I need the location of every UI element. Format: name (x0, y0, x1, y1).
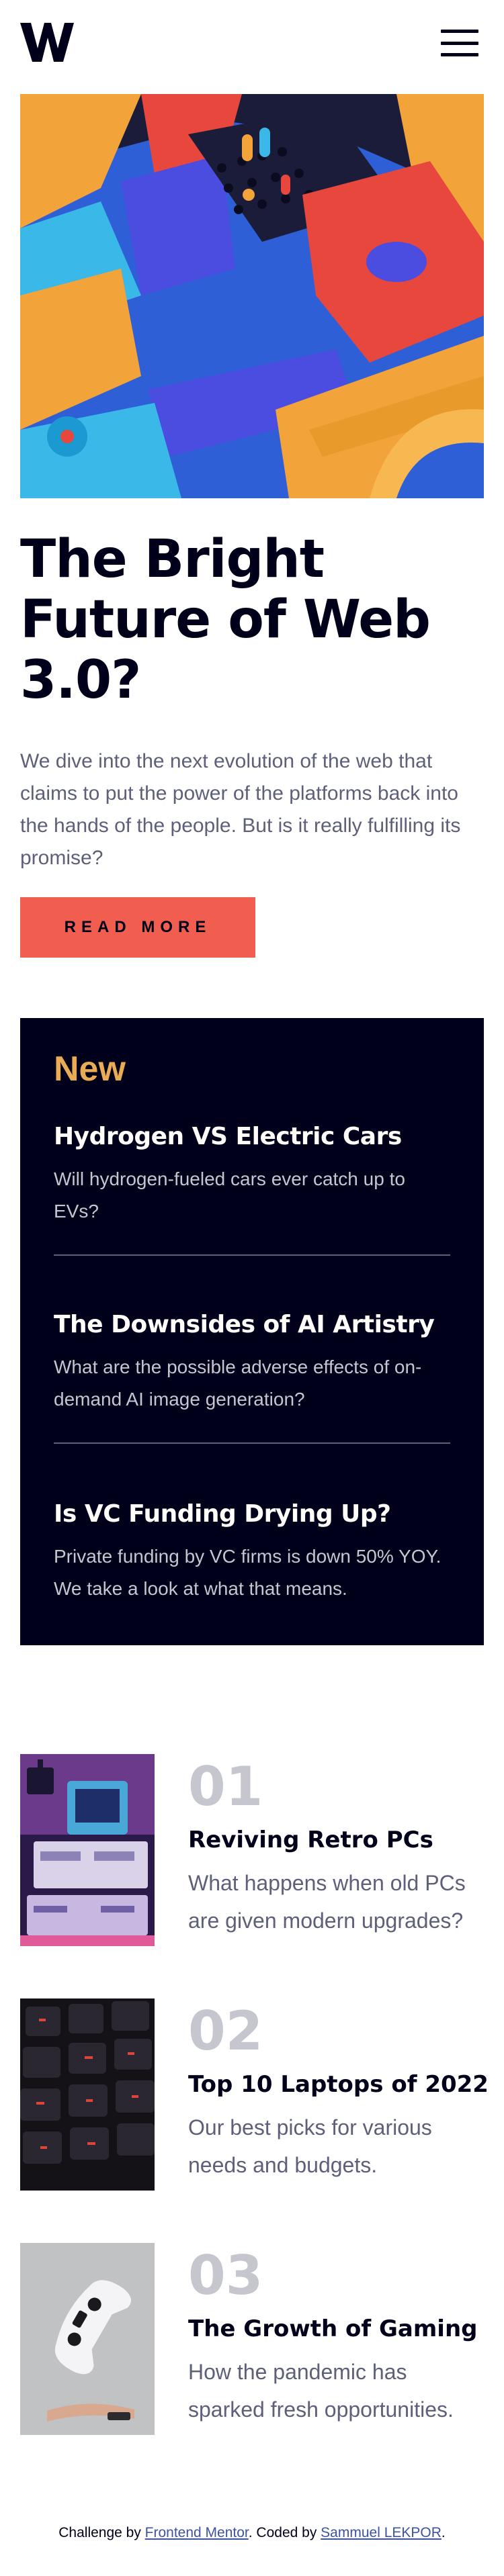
list-description: Our best picks for various needs and bud… (188, 2115, 432, 2177)
list-item: 03 The Growth of Gaming How the pandemic… (20, 2243, 484, 2438)
new-item-description: Private funding by VC firms is down 50% … (54, 1546, 442, 1599)
attribution-footer: Challenge by Frontend Mentor. Coded by S… (0, 2525, 504, 2541)
hero-title: The Bright Future of Web 3.0? (20, 529, 431, 710)
site-logo[interactable] (20, 21, 74, 63)
list-description: What happens when old PCs are given mode… (188, 1871, 466, 1933)
list-title[interactable]: Reviving Retro PCs (188, 1825, 433, 1855)
new-item-title[interactable]: Hydrogen VS Electric Cars (54, 1121, 450, 1152)
new-item: The Downsides of AI Artistry What are th… (54, 1309, 450, 1416)
new-item-title[interactable]: The Downsides of AI Artistry (54, 1309, 450, 1340)
list-number: 01 (188, 1755, 263, 1818)
footer-suffix: . (441, 2525, 446, 2540)
gaming-thumbnail[interactable] (20, 2243, 155, 2435)
divider (54, 1442, 450, 1444)
list-description: How the pandemic has sparked fresh oppor… (188, 2360, 454, 2422)
new-item: Hydrogen VS Electric Cars Will hydrogen-… (54, 1121, 450, 1228)
retro-pcs-thumbnail[interactable] (20, 1754, 155, 1946)
laptops-thumbnail[interactable] (20, 1998, 155, 2191)
list-item: 02 Top 10 Laptops of 2022 Our best picks… (20, 1998, 489, 2193)
author-link[interactable]: Sammuel LEKPOR (321, 2525, 442, 2540)
list-number: 02 (188, 2000, 263, 2062)
list-title[interactable]: The Growth of Gaming (188, 2314, 478, 2344)
new-item: Is VC Funding Drying Up? Private funding… (54, 1499, 450, 1605)
frontend-mentor-link[interactable]: Frontend Mentor (145, 2525, 249, 2540)
list-number: 03 (188, 2244, 263, 2307)
divider (54, 1254, 450, 1256)
list-item: 01 Reviving Retro PCs What happens when … (20, 1754, 484, 1949)
read-more-button[interactable]: READ MORE (20, 897, 255, 958)
footer-middle: . Coded by (248, 2525, 321, 2540)
new-articles-panel: New Hydrogen VS Electric Cars Will hydro… (20, 1018, 484, 1645)
hero-image (20, 94, 484, 498)
footer-prefix: Challenge by (58, 2525, 145, 2540)
hamburger-menu-icon[interactable] (441, 30, 478, 56)
new-item-description: Will hydrogen-fueled cars ever catch up … (54, 1168, 405, 1222)
new-item-description: What are the possible adverse effects of… (54, 1356, 422, 1410)
site-header (0, 0, 504, 94)
new-heading: New (54, 1050, 126, 1089)
list-title[interactable]: Top 10 Laptops of 2022 (188, 2070, 489, 2099)
hero-description: We dive into the next evolution of the w… (20, 750, 461, 869)
new-item-title[interactable]: Is VC Funding Drying Up? (54, 1499, 450, 1530)
